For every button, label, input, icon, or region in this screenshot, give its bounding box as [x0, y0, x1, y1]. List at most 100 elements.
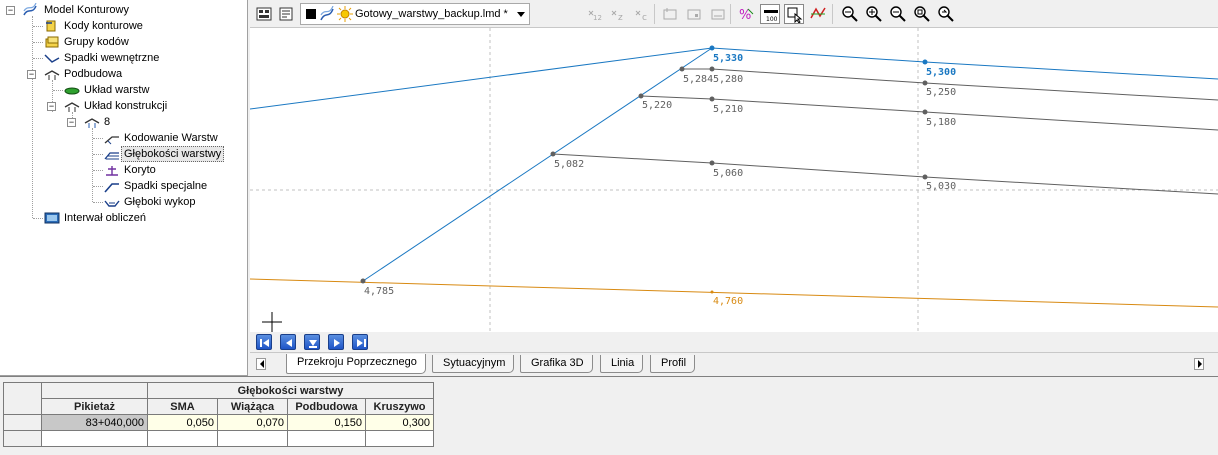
table-cell[interactable]: 0,070 — [217, 414, 288, 431]
layer-depths-table: Głębokości warstwy Pikietaż SMA Wiążąca … — [3, 382, 434, 447]
percent-slope-icon[interactable]: % — [736, 4, 756, 24]
zoom-window-icon[interactable] — [912, 4, 932, 24]
properties-icon[interactable] — [276, 4, 296, 24]
table-cell[interactable]: 0,300 — [365, 414, 434, 431]
tree-item-label: Układ konstrukcji — [84, 100, 168, 112]
next-section-icon[interactable] — [328, 334, 344, 350]
tree-connector — [93, 202, 103, 203]
collapse-toggle[interactable]: − — [27, 70, 36, 79]
tree-item-label: Spadki wewnętrzne — [64, 52, 160, 64]
tree-connector — [53, 90, 63, 91]
view-settings-icon[interactable] — [254, 4, 274, 24]
tab-grafika-3d[interactable]: Grafika 3D — [520, 355, 593, 373]
chevron-down-icon[interactable] — [517, 12, 525, 17]
elevation-label: 5,250 — [926, 87, 956, 98]
point-marker[interactable] — [922, 80, 928, 86]
zoom-in-icon[interactable] — [864, 4, 884, 24]
row-selector[interactable] — [3, 414, 42, 431]
elevation-label: 5,284 — [683, 74, 713, 85]
internal-slopes-icon — [44, 51, 60, 65]
cross-section-canvas[interactable]: 5,330 5,300 5,284 5,280 5,250 5,220 5,21… — [250, 28, 1218, 332]
tab-linia[interactable]: Linia — [600, 355, 644, 373]
point-marker[interactable] — [709, 160, 715, 166]
point-marker[interactable] — [709, 96, 715, 102]
column-header[interactable]: SMA — [147, 398, 218, 415]
delete-segment-icon[interactable] — [708, 4, 728, 24]
column-header[interactable]: Podbudowa — [287, 398, 366, 415]
table-cell[interactable] — [217, 430, 288, 447]
point-marker[interactable] — [922, 174, 928, 180]
z-axis-icon[interactable]: z — [608, 4, 628, 24]
elevation-label: 5,030 — [926, 181, 956, 192]
collapse-toggle[interactable]: − — [47, 102, 56, 111]
zoom-extents-icon[interactable] — [840, 4, 860, 24]
layer-coding-icon — [104, 131, 120, 145]
zoom-out-icon[interactable] — [888, 4, 908, 24]
code-groups-icon — [44, 35, 60, 49]
point-marker[interactable] — [710, 290, 714, 294]
layer-line-podbudowa[interactable] — [552, 153, 1218, 195]
column-header[interactable]: Kruszywo — [365, 398, 434, 415]
go-to-section-icon[interactable] — [304, 334, 320, 350]
file-selector[interactable]: Gotowy_warstwy_backup.lmd * — [300, 3, 530, 25]
first-section-icon[interactable] — [256, 334, 272, 350]
tab-przekroju-poprzecznego[interactable]: Przekroju Poprzecznego — [286, 354, 426, 374]
table-cell[interactable] — [41, 430, 148, 447]
zoom-previous-icon[interactable] — [936, 4, 956, 24]
column-header[interactable]: Pikietaż — [41, 398, 148, 415]
tree-item-label: Głęboki wykop — [124, 196, 196, 208]
table-cell[interactable]: 0,150 — [287, 414, 366, 431]
elevation-label: 5,060 — [713, 168, 743, 179]
table-cell[interactable]: 0,050 — [147, 414, 218, 431]
elevation-label: 5,082 — [554, 159, 584, 170]
point-marker[interactable] — [679, 66, 685, 72]
point-marker[interactable] — [638, 93, 644, 99]
tree-item-label: Spadki specjalne — [124, 180, 208, 192]
layer-model-tree[interactable]: − Model Konturowy Kody konturowe Grupy k… — [0, 0, 248, 376]
point-marker[interactable] — [922, 59, 928, 65]
main-toolbar: Gotowy_warstwy_backup.lmd * 123 z c % 10… — [250, 0, 1218, 28]
scale-100-icon[interactable]: 100 — [760, 4, 780, 24]
point-marker[interactable] — [709, 66, 715, 72]
table-row[interactable] — [3, 430, 434, 447]
column-header[interactable]: Wiążąca — [217, 398, 288, 415]
point-marker[interactable] — [550, 151, 556, 157]
calc-interval-icon — [44, 211, 60, 225]
contour-model-icon — [319, 5, 335, 25]
embankment-slope-line[interactable] — [362, 47, 713, 282]
table-cell[interactable] — [365, 430, 434, 447]
tree-connector — [32, 16, 33, 218]
tab-profil[interactable]: Profil — [650, 355, 696, 373]
insert-segment-icon[interactable] — [684, 4, 704, 24]
tree-connector — [33, 58, 43, 59]
scroll-right-icon[interactable] — [1194, 358, 1204, 370]
previous-section-icon[interactable] — [280, 334, 296, 350]
point-marker[interactable] — [360, 278, 366, 284]
point-marker[interactable] — [922, 109, 928, 115]
point-marker[interactable] — [709, 45, 715, 51]
tree-connector — [33, 26, 43, 27]
table-cell[interactable] — [147, 430, 218, 447]
base-layer-icon — [44, 67, 60, 81]
scroll-left-icon[interactable] — [256, 358, 266, 370]
collapse-toggle[interactable]: − — [67, 118, 76, 127]
layer-depths-grid-panel: Głębokości warstwy Pikietaż SMA Wiążąca … — [0, 376, 1218, 455]
renumber-123-icon[interactable]: 123 — [584, 4, 604, 24]
table-cell[interactable] — [287, 430, 366, 447]
table-cell[interactable]: 83+040,000 — [41, 414, 148, 431]
table-row[interactable]: 83+040,000 0,050 0,070 0,150 0,300 — [3, 414, 434, 431]
last-section-icon[interactable] — [352, 334, 368, 350]
tab-sytuacyjnym[interactable]: Sytuacyjnym — [432, 355, 515, 373]
elevation-label: 5,210 — [713, 104, 743, 115]
row-selector[interactable] — [3, 430, 42, 447]
layer-depths-icon — [104, 147, 120, 161]
color-lines-icon[interactable] — [808, 4, 828, 24]
code-axis-icon[interactable]: c — [632, 4, 652, 24]
insert-point-icon[interactable] — [660, 4, 680, 24]
tree-item-label: Koryto — [124, 164, 156, 176]
tree-item-label: Układ warstw — [84, 84, 150, 96]
contour-model-icon — [22, 2, 38, 17]
select-cursor-icon[interactable] — [784, 4, 804, 24]
tree-connector — [93, 170, 103, 171]
collapse-toggle[interactable]: − — [6, 6, 15, 15]
